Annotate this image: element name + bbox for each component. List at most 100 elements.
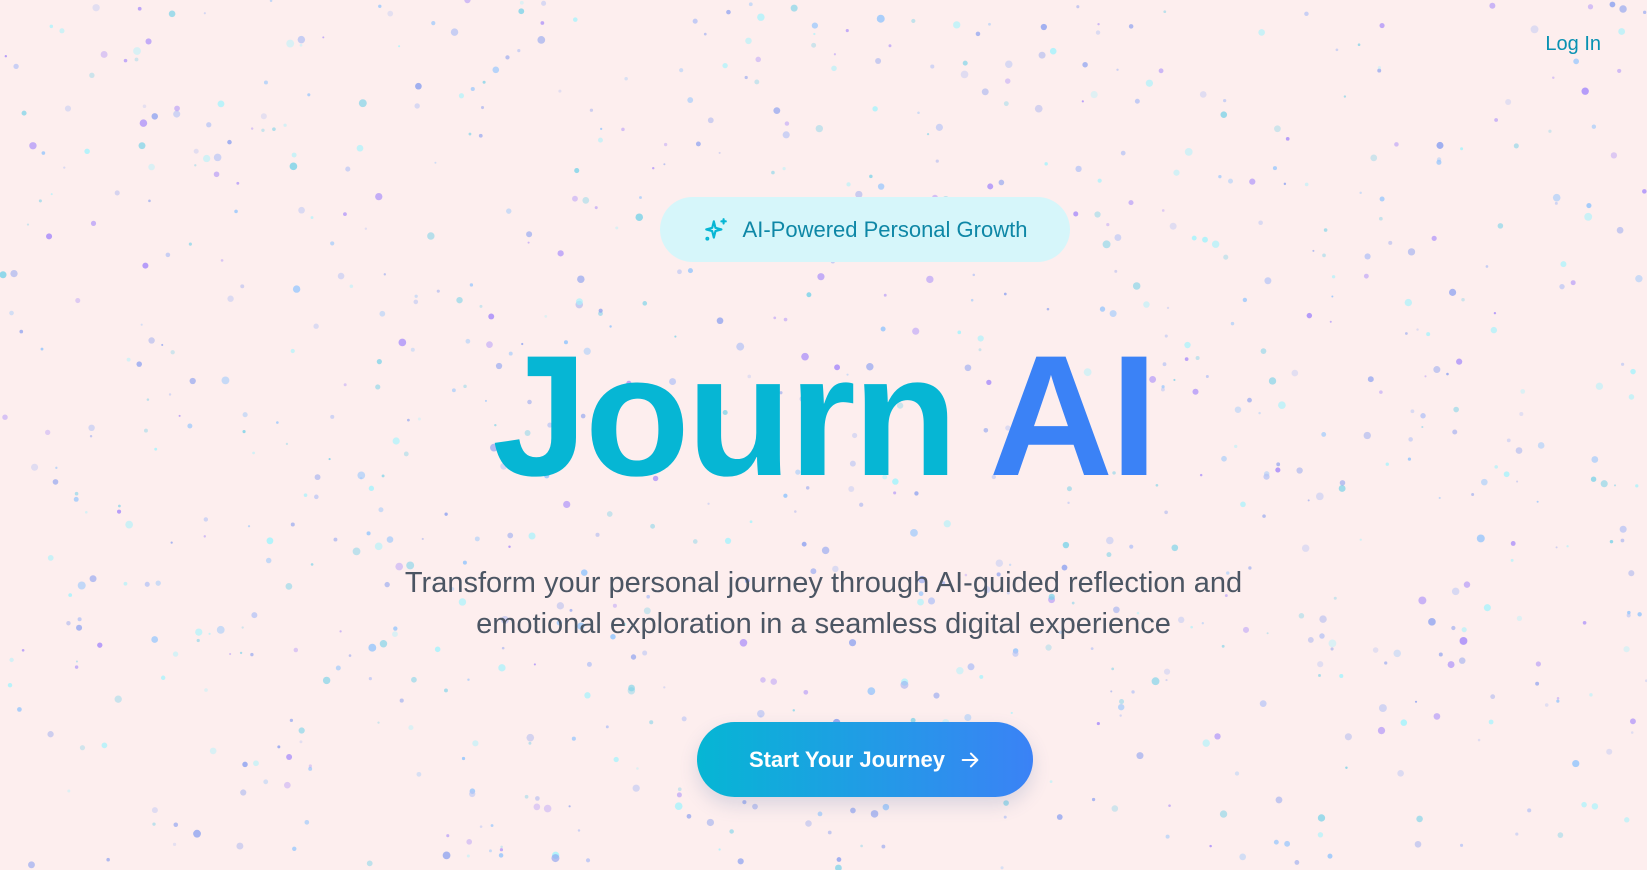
particle <box>499 848 504 852</box>
title-ai: AI <box>988 320 1158 512</box>
particle <box>151 113 158 120</box>
particle <box>1323 228 1328 232</box>
particle <box>692 539 698 544</box>
particle <box>1535 681 1540 686</box>
particle <box>250 127 254 130</box>
particle <box>632 784 640 792</box>
particle <box>9 657 14 663</box>
particle <box>442 851 451 860</box>
particle <box>1317 832 1324 838</box>
particle <box>782 167 786 171</box>
particle <box>1132 282 1141 290</box>
particle <box>1163 10 1167 14</box>
particle <box>134 57 139 62</box>
particle <box>101 742 108 749</box>
particle <box>1096 721 1100 726</box>
particle <box>308 764 312 768</box>
particle <box>489 849 492 853</box>
particle <box>506 208 512 214</box>
particle <box>1460 843 1464 847</box>
particle <box>41 151 46 155</box>
particle <box>1414 700 1418 703</box>
particle <box>240 789 247 796</box>
start-journey-button[interactable]: Start Your Journey <box>697 722 1033 797</box>
particle <box>962 60 968 66</box>
particle <box>524 794 529 799</box>
particle <box>13 63 19 70</box>
particle <box>139 119 148 127</box>
particle <box>595 532 600 537</box>
particle <box>755 56 761 63</box>
particle <box>1230 321 1235 326</box>
particle <box>642 650 648 656</box>
particle <box>1117 703 1125 711</box>
particle <box>21 110 27 116</box>
particle <box>773 316 777 320</box>
particle <box>4 55 8 58</box>
particle <box>322 676 331 685</box>
particle <box>74 665 79 669</box>
particle <box>1003 800 1009 806</box>
particle <box>1091 797 1096 802</box>
particle <box>507 532 514 539</box>
particle <box>1095 30 1101 35</box>
particle <box>615 226 619 230</box>
particle <box>1184 147 1193 156</box>
particle <box>1609 539 1614 544</box>
particle <box>1262 514 1266 518</box>
particle <box>378 4 382 9</box>
particle <box>1239 853 1247 861</box>
particle <box>621 127 625 132</box>
particle <box>1335 48 1339 52</box>
particle <box>202 154 211 163</box>
particle <box>292 285 301 293</box>
particle <box>1587 4 1594 10</box>
particle <box>888 44 892 48</box>
particle <box>695 141 701 147</box>
particle <box>148 199 151 203</box>
particle <box>299 43 303 47</box>
particle <box>573 17 578 22</box>
particle <box>75 660 79 663</box>
particle <box>811 42 817 48</box>
particle <box>988 22 991 26</box>
particle <box>1624 817 1630 823</box>
particle <box>801 541 807 547</box>
particle <box>681 716 687 722</box>
particle <box>630 654 637 660</box>
login-link[interactable]: Log In <box>1545 33 1601 56</box>
particle <box>260 113 267 120</box>
particle <box>1394 142 1399 147</box>
particle <box>1489 2 1496 9</box>
particle <box>1433 713 1441 720</box>
particle <box>508 545 511 548</box>
particle <box>1642 189 1647 194</box>
particle <box>444 512 448 516</box>
particle <box>870 810 879 818</box>
particle <box>227 295 234 302</box>
particle <box>204 688 208 692</box>
particle <box>557 250 564 257</box>
particle <box>1161 209 1165 212</box>
particle <box>1242 297 1248 303</box>
particle <box>1114 269 1118 273</box>
particle <box>1552 193 1561 202</box>
particle <box>1249 178 1256 185</box>
particle <box>926 133 930 136</box>
particle <box>519 0 524 5</box>
particle <box>935 159 939 163</box>
particle <box>63 166 66 169</box>
subtitle-line-2: emotional exploration in a seamless digi… <box>476 608 1171 640</box>
particle <box>1294 860 1300 865</box>
cta-label: Start Your Journey <box>748 746 945 772</box>
particle <box>38 199 42 203</box>
particle <box>466 854 470 858</box>
particle <box>1010 711 1013 715</box>
particle <box>1557 832 1564 838</box>
particle <box>960 70 969 79</box>
particle <box>1573 58 1579 65</box>
particle <box>953 21 961 29</box>
particle <box>1116 68 1119 71</box>
particle <box>1629 718 1636 725</box>
particle <box>421 537 424 541</box>
